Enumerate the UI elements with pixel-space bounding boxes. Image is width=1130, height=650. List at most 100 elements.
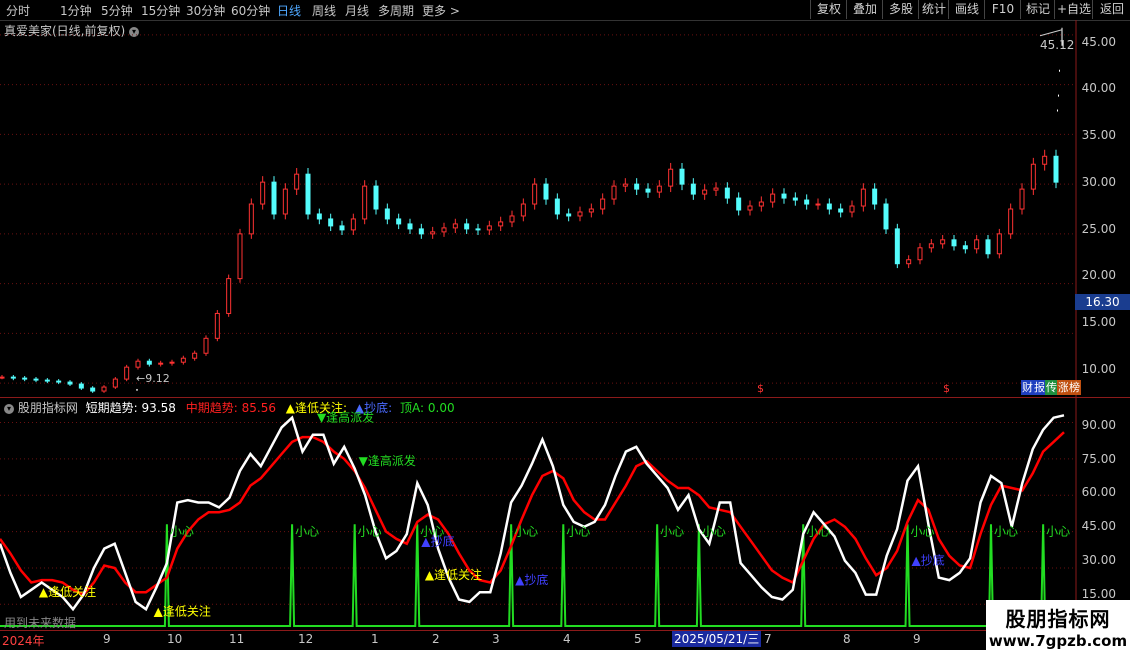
period-weekly[interactable]: 周线	[312, 2, 336, 19]
candle-body	[316, 213, 322, 220]
back-button[interactable]: 返回	[1092, 0, 1130, 19]
candle-body	[509, 215, 515, 223]
period-daily[interactable]: 日线	[277, 2, 301, 19]
careful-label: 小心	[566, 525, 590, 539]
candle-body	[135, 360, 141, 368]
indicator-tick: 45.00	[1081, 519, 1116, 533]
candle-body	[226, 278, 232, 314]
candle-body	[464, 223, 470, 230]
candle-body	[520, 203, 526, 217]
adjust-button[interactable]: 复权	[810, 0, 847, 19]
careful-label: 小心	[358, 525, 382, 539]
add-watchlist-button[interactable]: +自选	[1054, 0, 1093, 19]
candle-body	[1008, 208, 1014, 235]
event-marker[interactable]: $	[943, 382, 950, 395]
price-tick: 20.00	[1081, 268, 1116, 282]
indicator-tick: 30.00	[1081, 553, 1116, 567]
candle-body	[872, 188, 878, 205]
candle-body	[894, 228, 900, 265]
candle-body	[112, 378, 118, 388]
candle-body	[180, 357, 186, 363]
candle-body	[214, 312, 220, 339]
mark-button[interactable]: 标记	[1020, 0, 1055, 19]
candle-body	[611, 185, 617, 200]
candle-body	[554, 198, 560, 215]
candle-body	[917, 247, 923, 261]
buy-low-label: ▲逢低关注	[425, 567, 482, 582]
candle-body	[951, 239, 957, 247]
candle-body	[396, 218, 402, 225]
candle-body	[101, 386, 107, 392]
price-chart[interactable]	[0, 20, 1130, 398]
candle-body	[237, 233, 243, 280]
watermark-url: www.7gpzb.com	[988, 632, 1128, 650]
candle-body	[1042, 155, 1048, 165]
period-30min[interactable]: 30分钟	[186, 2, 225, 19]
candle-body	[430, 231, 436, 235]
candle-body	[350, 218, 356, 231]
period-60min[interactable]: 60分钟	[231, 2, 270, 19]
careful-label: 小心	[702, 525, 726, 539]
candle-body	[1058, 94, 1059, 97]
overlay-button[interactable]: 叠加	[846, 0, 883, 19]
candle-body	[770, 193, 776, 203]
careful-label: 小心	[170, 525, 194, 539]
draw-button[interactable]: 画线	[948, 0, 985, 19]
candle-body	[158, 362, 164, 365]
candle-body	[260, 181, 266, 205]
event-marker[interactable]: $	[757, 382, 764, 395]
multi-stock-button[interactable]: 多股	[882, 0, 919, 19]
candle-body	[849, 205, 855, 213]
period-toolbar: 分时 1分钟 5分钟 15分钟 30分钟 60分钟 日线 周线 月线 多周期 更…	[0, 0, 1130, 21]
period-15min[interactable]: 15分钟	[141, 2, 180, 19]
candle-body	[758, 201, 764, 207]
candle-body	[656, 185, 662, 193]
bottom-label: ▲抄底	[515, 572, 548, 587]
date-label: 12	[298, 632, 314, 646]
date-label: 8	[843, 632, 851, 646]
period-intraday[interactable]: 分时	[6, 2, 30, 19]
careful-label: 小心	[1046, 525, 1070, 539]
future-data-note: 用到未来数据	[4, 616, 77, 630]
rank-badge[interactable]: 榜	[1068, 380, 1081, 395]
candle-body	[418, 228, 424, 235]
period-monthly[interactable]: 月线	[345, 2, 369, 19]
price-grid	[0, 34, 1076, 384]
careful-label: 小心	[806, 525, 830, 539]
candle-body	[0, 376, 5, 379]
candle-body	[826, 203, 832, 210]
period-1min[interactable]: 1分钟	[60, 2, 92, 19]
candle-body	[407, 223, 413, 230]
period-more[interactable]: 更多 >	[422, 2, 460, 19]
date-label: 3	[492, 632, 500, 646]
candle-body	[838, 208, 844, 213]
candle-body	[883, 203, 889, 230]
candle-body	[452, 223, 458, 229]
candle-body	[713, 187, 719, 191]
indicator-chart[interactable]: 小心 小心 小心 小心 小心 小心 小心 小心 小心 小心 小心 小心▲逢低关注▲逢低关注▲逢低关注▲…	[0, 398, 1130, 630]
stats-button[interactable]: 统计	[918, 0, 949, 19]
high-pointer	[1039, 29, 1063, 37]
candle-body	[1059, 69, 1060, 72]
f10-button[interactable]: F10	[984, 0, 1021, 19]
candle-body	[305, 173, 311, 215]
candle-body	[747, 205, 753, 211]
candle-body	[1030, 163, 1036, 190]
candle-body	[600, 198, 606, 210]
current-price-tag: 16.30	[1075, 294, 1130, 310]
careful-label: 小心	[295, 525, 319, 539]
careful-label: 小心	[911, 525, 935, 539]
candlesticks	[0, 27, 1063, 393]
watermark-title: 股朋指标网	[1005, 607, 1111, 631]
candle-body	[373, 185, 379, 210]
date-label: 7	[764, 632, 772, 646]
candle-body	[668, 168, 674, 187]
period-5min[interactable]: 5分钟	[101, 2, 133, 19]
price-tick: 40.00	[1081, 81, 1116, 95]
candle-body	[282, 188, 288, 215]
period-multi[interactable]: 多周期	[378, 2, 414, 19]
candle-body	[634, 183, 640, 190]
careful-label: 小心	[514, 525, 538, 539]
high-sell-label: ▼逢高派发	[359, 453, 416, 468]
low-value: 9.12	[145, 372, 170, 385]
